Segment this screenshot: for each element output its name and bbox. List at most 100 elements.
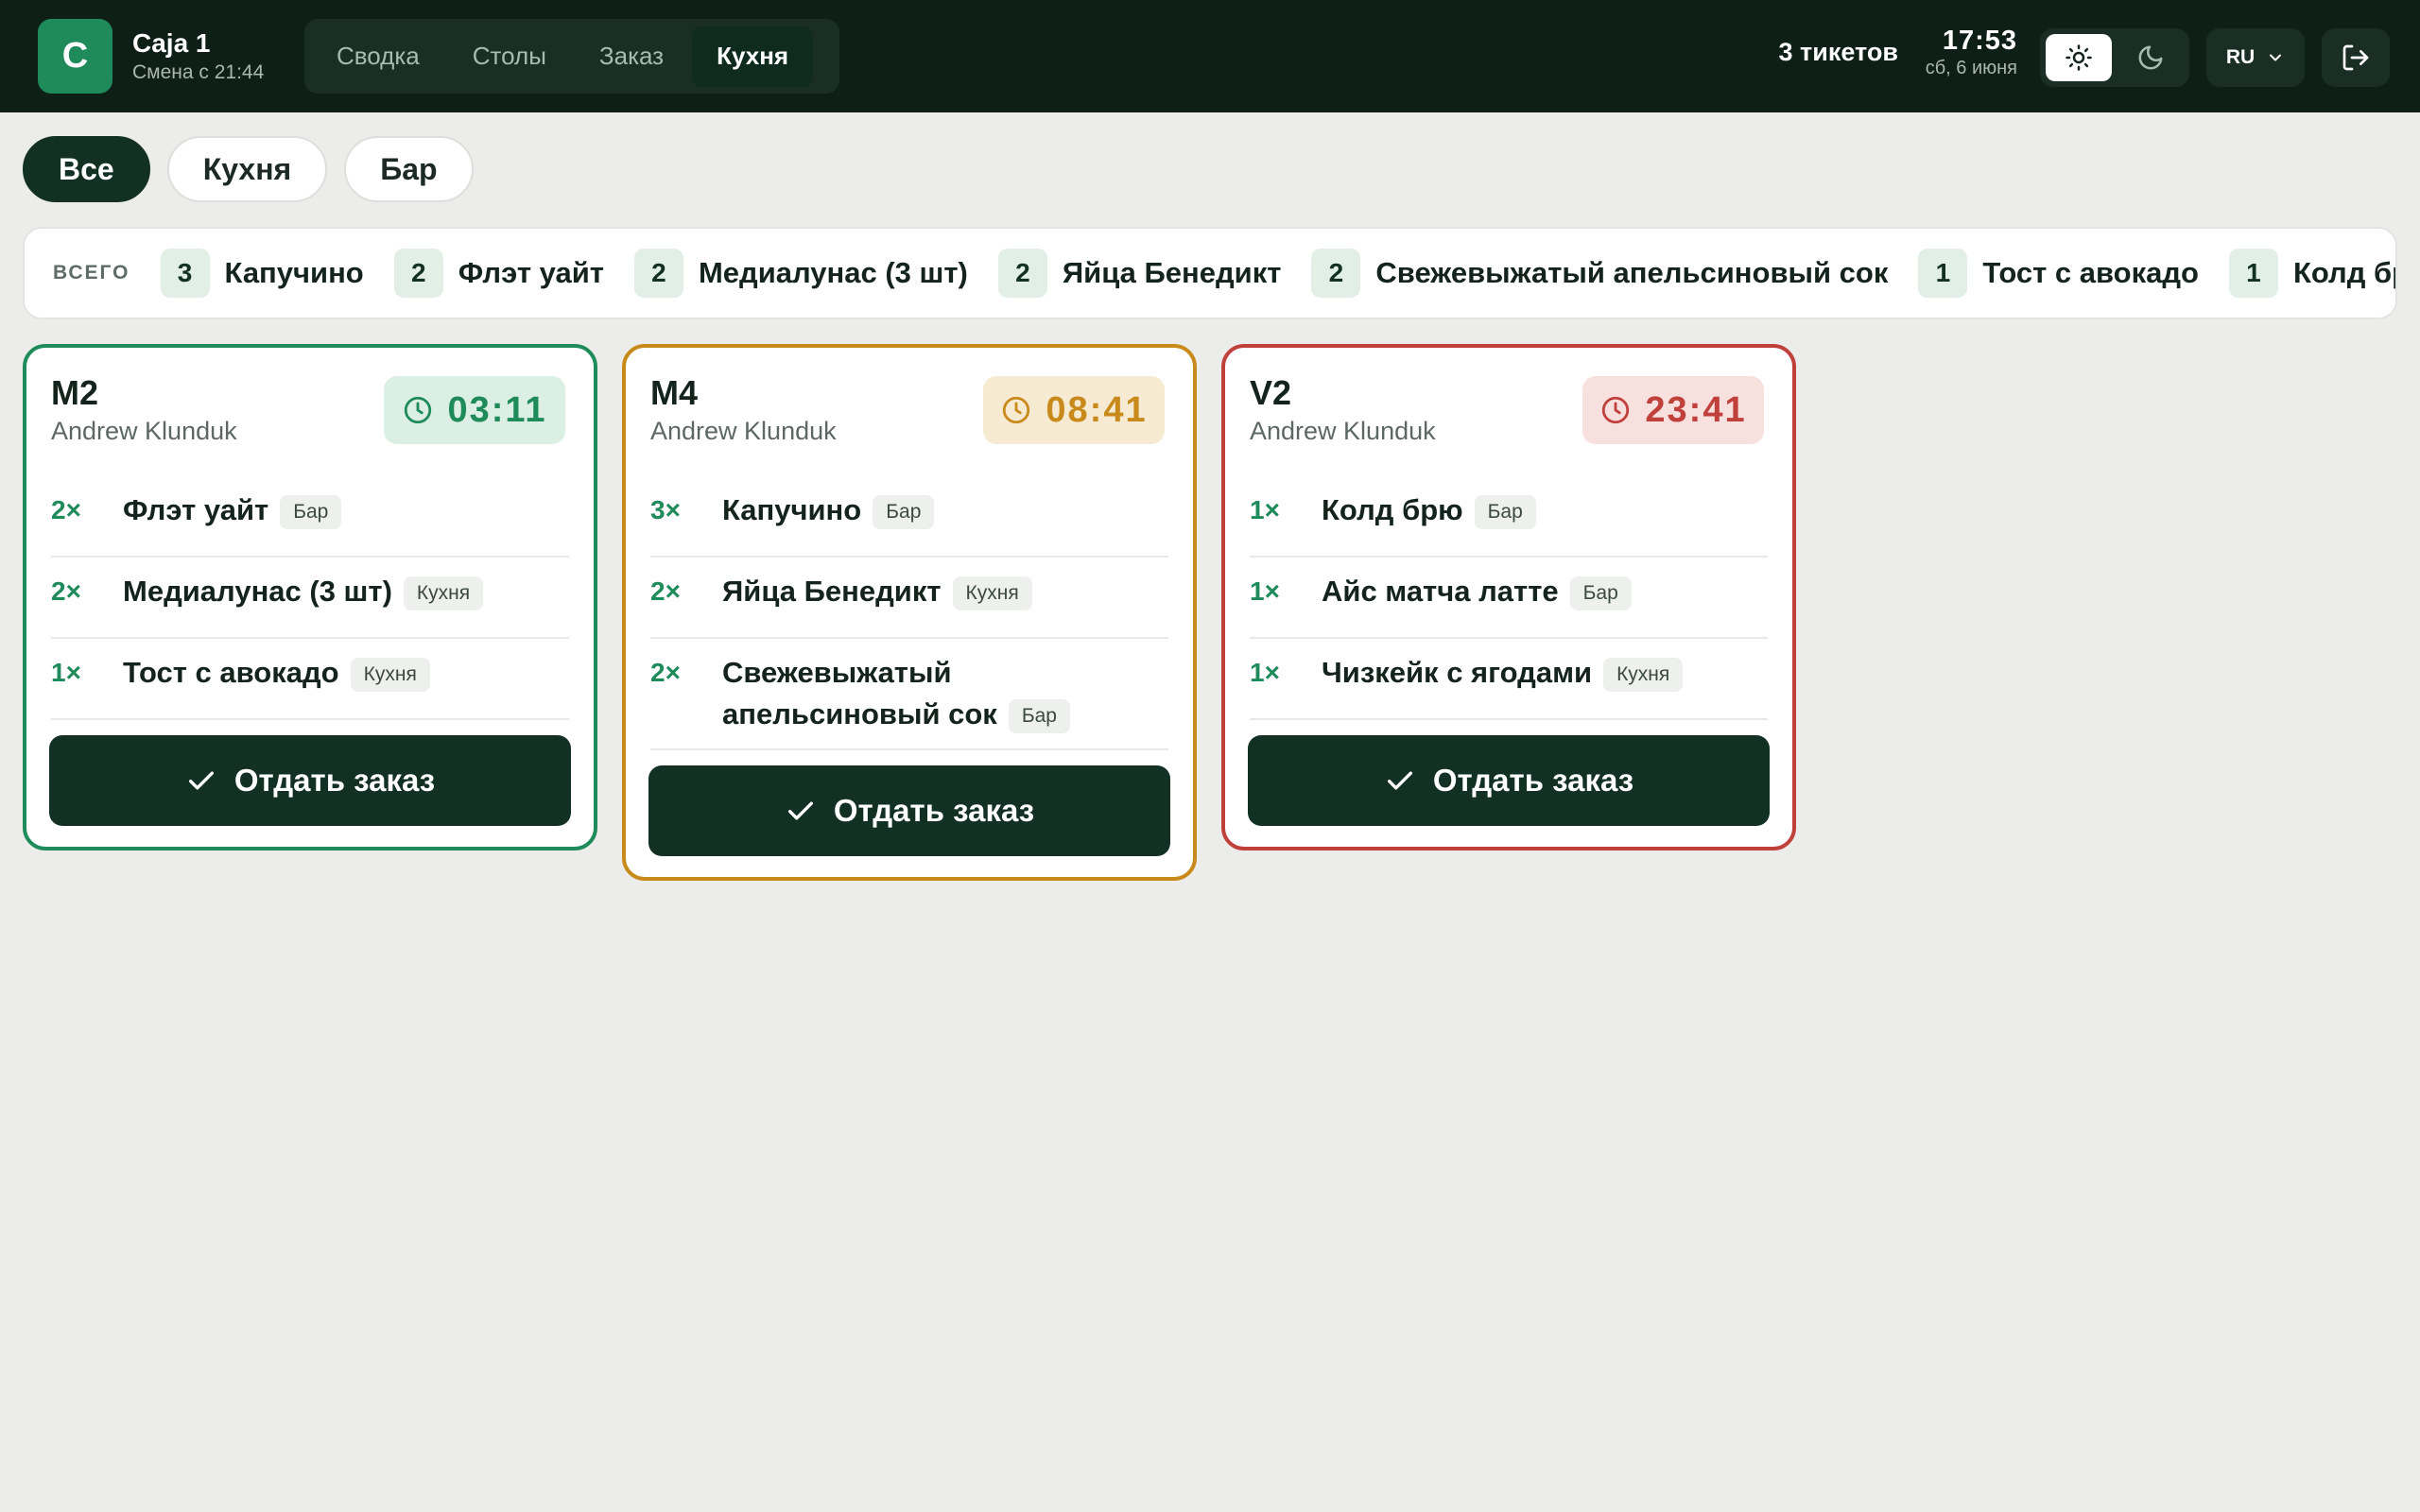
station-badge: Кухня — [350, 657, 430, 692]
chevron-down-icon — [2270, 54, 2282, 61]
station-badge: Кухня — [1603, 657, 1684, 692]
totals-qty: 2 — [1311, 249, 1361, 298]
totals-item: 3 Капучино — [160, 249, 364, 298]
check-icon — [188, 771, 214, 790]
register-info: Caja 1 Смена с 21:44 — [132, 26, 264, 85]
logout-button[interactable] — [2322, 28, 2390, 87]
totals-qty: 1 — [2228, 249, 2278, 298]
item-qty: 1× — [51, 658, 81, 687]
item-name: Свежевыжатый апельсиновый сок — [722, 656, 997, 730]
station-badge: Бар — [873, 494, 935, 529]
item-name: Медиалунас (3 шт) — [123, 575, 392, 608]
ticket-item: 1× Колд брю Бар — [1250, 476, 1768, 558]
item-qty: 1× — [1250, 658, 1280, 687]
totals-name: Тост с авокадо — [1982, 256, 2199, 289]
item-name: Яйца Бенедикт — [722, 575, 942, 608]
totals-qty: 2 — [633, 249, 683, 298]
totals-name: Колд брю — [2292, 256, 2395, 289]
totals-name: Свежевыжатый апельсиновый сок — [1375, 256, 1889, 289]
tab-order[interactable]: Заказ — [575, 26, 688, 87]
language-select[interactable]: RU — [2206, 28, 2305, 87]
totals-name: Капучино — [224, 256, 364, 289]
clock-icon — [1003, 396, 1030, 424]
main-nav-tabs: Сводка Столы Заказ Кухня — [304, 19, 839, 94]
shift-start: Смена с 21:44 — [132, 61, 265, 83]
filter-all[interactable]: Все — [23, 136, 150, 202]
tab-kitchen[interactable]: Кухня — [692, 26, 814, 87]
totals-item: 1 Тост с авокадо — [1918, 249, 2199, 298]
top-bar: C Caja 1 Смена с 21:44 Сводка Столы Зака… — [0, 0, 2420, 112]
serve-order-label: Отдать заказ — [833, 793, 1035, 828]
item-name: Флэт уайт — [123, 493, 269, 526]
totals-item: 2 Медиалунас (3 шт) — [633, 249, 968, 298]
check-icon — [1387, 771, 1412, 790]
ticket-timer-value: 08:41 — [1046, 389, 1148, 430]
ticket-item: 2× Свежевыжатый апельсиновый сок Бар — [650, 639, 1168, 750]
moon-icon — [2138, 45, 2163, 70]
language-value: RU — [2225, 46, 2256, 68]
serve-order-button[interactable]: Отдать заказ — [1248, 735, 1770, 826]
item-qty: 1× — [1250, 576, 1280, 606]
totals-name: Медиалунас (3 шт) — [698, 256, 968, 289]
totals-name: Флэт уайт — [458, 256, 604, 289]
current-time: 17:53 — [1942, 26, 2017, 56]
station-badge: Бар — [1474, 494, 1536, 529]
item-name: Колд брю — [1322, 493, 1463, 526]
totals-item: 2 Свежевыжатый апельсиновый сок — [1311, 249, 1888, 298]
item-qty: 3× — [650, 495, 681, 524]
item-qty: 1× — [1250, 495, 1280, 524]
item-name: Чизкейк с ягодами — [1322, 656, 1593, 689]
station-filters: Все Кухня Бар — [23, 136, 474, 202]
logout-icon — [2342, 44, 2369, 71]
totals-label: ВСЕГО — [53, 262, 130, 284]
ticket-item: 2× Медиалунас (3 шт) Кухня — [51, 558, 569, 639]
station-badge: Бар — [1569, 576, 1632, 610]
app-logo: C — [38, 19, 112, 94]
ticket-count: 3 тикетов — [1778, 38, 1898, 66]
check-icon — [787, 801, 813, 820]
totals-qty: 2 — [997, 249, 1047, 298]
item-qty: 2× — [650, 658, 681, 687]
item-qty: 2× — [650, 576, 681, 606]
ticket-timer-value: 23:41 — [1645, 389, 1747, 430]
totals-qty: 3 — [160, 249, 210, 298]
totals-item: 2 Флэт уайт — [393, 249, 604, 298]
dark-theme-button[interactable] — [2118, 34, 2184, 81]
serve-order-label: Отдать заказ — [233, 763, 436, 798]
filter-kitchen[interactable]: Кухня — [166, 136, 328, 202]
serve-order-button[interactable]: Отдать заказ — [49, 735, 571, 826]
ticket-card: M2 Andrew Klunduk 03:11 2× Флэт уайт Бар … — [23, 344, 597, 850]
ticket-item: 3× Капучино Бар — [650, 476, 1168, 558]
filter-bar[interactable]: Бар — [344, 136, 474, 202]
totals-item: 1 Колд брю — [2228, 249, 2395, 298]
ticket-timer: 23:41 — [1582, 376, 1764, 444]
station-badge: Бар — [1008, 698, 1070, 733]
ticket-timer: 03:11 — [384, 376, 565, 444]
ticket-item: 2× Яйца Бенедикт Кухня — [650, 558, 1168, 639]
station-badge: Кухня — [952, 576, 1032, 610]
serve-order-button[interactable]: Отдать заказ — [648, 765, 1170, 856]
ticket-header: M4 Andrew Klunduk 08:41 — [650, 372, 1168, 476]
register-name: Caja 1 — [132, 28, 211, 58]
totals-name: Яйца Бенедикт — [1062, 256, 1282, 289]
totals-strip: ВСЕГО 3 Капучино 2 Флэт уайт 2 Медиалуна… — [23, 227, 2397, 319]
ticket-timer-value: 03:11 — [447, 389, 547, 430]
sun-icon — [2066, 44, 2092, 71]
light-theme-button[interactable] — [2046, 34, 2112, 81]
serve-order-label: Отдать заказ — [1432, 763, 1634, 798]
station-badge: Кухня — [403, 576, 484, 610]
theme-toggle — [2040, 28, 2189, 87]
totals-qty: 2 — [393, 249, 443, 298]
totals-qty: 1 — [1918, 249, 1968, 298]
totals-item: 2 Яйца Бенедикт — [997, 249, 1282, 298]
ticket-item: 1× Айс матча латте Бар — [1250, 558, 1768, 639]
ticket-item: 1× Чизкейк с ягодами Кухня — [1250, 639, 1768, 720]
ticket-item: 2× Флэт уайт Бар — [51, 476, 569, 558]
clock-icon — [1602, 396, 1630, 424]
ticket-card: V2 Andrew Klunduk 23:41 1× Колд брю Бар 1… — [1221, 344, 1796, 850]
item-name: Тост с авокадо — [123, 656, 339, 689]
tab-summary[interactable]: Сводка — [312, 26, 444, 87]
ticket-card: M4 Andrew Klunduk 08:41 3× Капучино Бар 2… — [622, 344, 1197, 881]
tab-tables[interactable]: Столы — [448, 26, 571, 87]
item-name: Айс матча латте — [1322, 575, 1559, 608]
